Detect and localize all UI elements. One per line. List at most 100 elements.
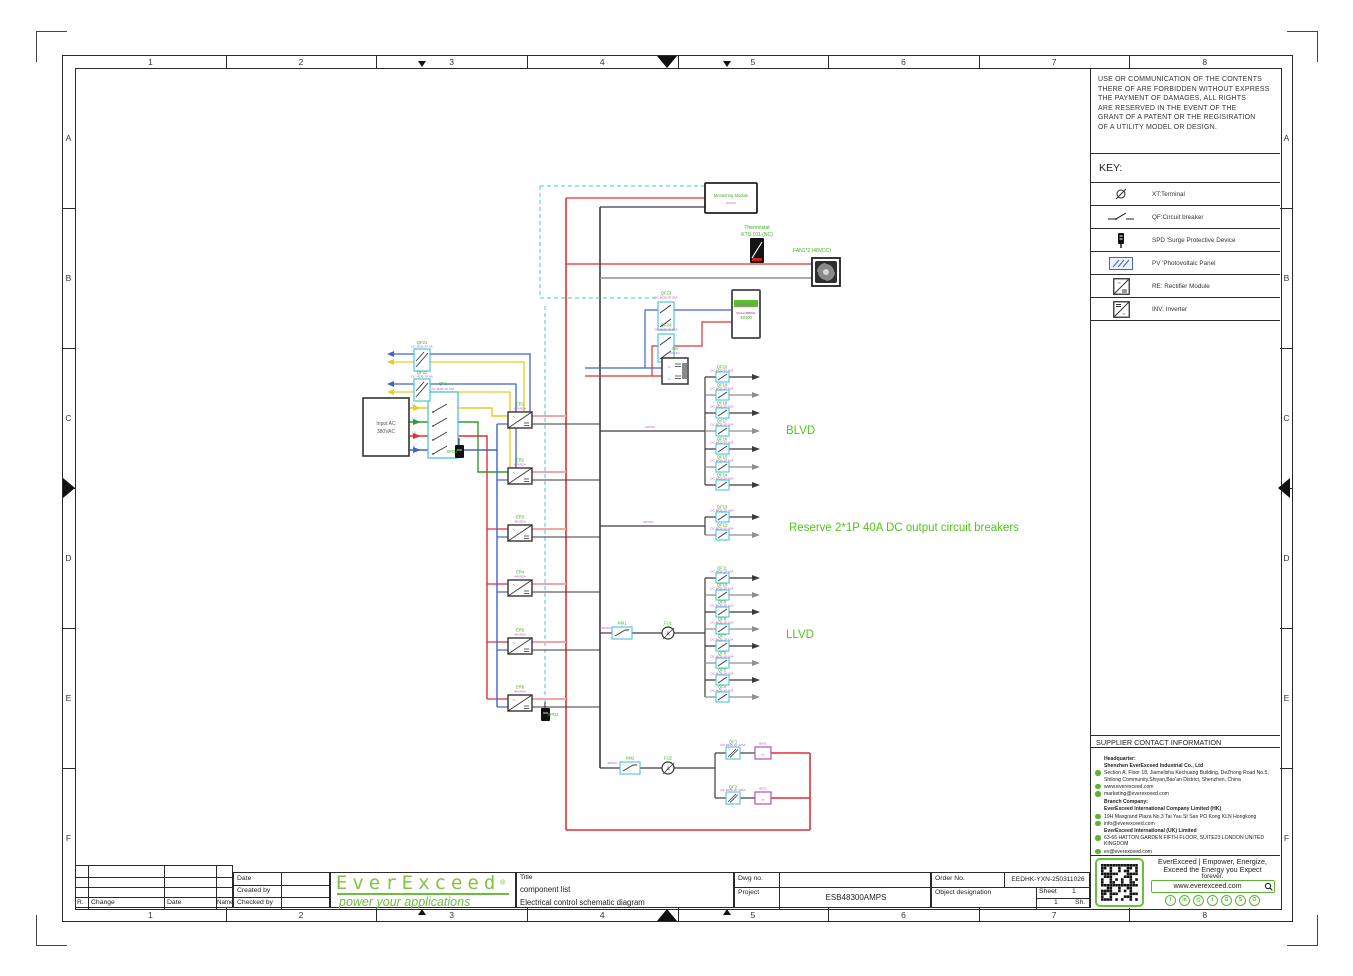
approvals-table: Date Created by Checked by: [233, 872, 330, 908]
contact-line: Branch Company:: [1104, 799, 1274, 805]
breaker-QF14: QF14DC MCB 1P 63A: [705, 473, 752, 491]
project-value: ESB48300AMPS: [782, 893, 930, 902]
skype-icon: S: [1235, 895, 1246, 906]
svg-text:KM2: KM2: [626, 756, 635, 761]
svg-text:DC MCB 1P 63A: DC MCB 1P 63A: [710, 621, 734, 625]
svg-text:~: ~: [1122, 312, 1126, 318]
order-no-value: EEDHK-YXN-250311026: [1005, 876, 1091, 883]
svg-text:SPD2: SPD2: [548, 712, 560, 717]
wire-voltage-label: -48VDC: [600, 626, 612, 630]
center-mark-right: [1278, 478, 1290, 498]
dwg-no-label: Dwg no.: [738, 875, 763, 882]
svg-text:DC MCB 1P 63A: DC MCB 1P 63A: [710, 689, 734, 693]
column-label-bottom: 7: [1052, 910, 1057, 920]
breaker-QF10: QF10DC MCB 1P 63A: [705, 583, 752, 601]
svg-text:380VAC: 380VAC: [377, 429, 396, 435]
column-tick: [527, 908, 528, 921]
object-designation-label: Object designation: [935, 889, 991, 896]
key-row: ~RE: Rectifier Module: [1090, 274, 1280, 297]
contact-line: EverExceed International Company Limited…: [1104, 806, 1274, 812]
title-label: Title: [520, 874, 533, 881]
website-url: www.everexceed.com: [1152, 883, 1264, 890]
wire-arrow: [752, 626, 760, 632]
drawing-title-line2: Electrical control schematic diagram: [520, 898, 645, 907]
wire-voltage-label: -48VDC: [606, 761, 618, 765]
brand-tagline: forever.: [1202, 874, 1224, 879]
contactor-KM1: KM1: [612, 621, 632, 640]
svg-text:»»: »»: [761, 798, 765, 802]
row-label-left: F: [66, 833, 71, 843]
wire-arrow: [752, 609, 760, 615]
mail-contact-line: ev@everexceed.com: [1104, 849, 1274, 855]
approvals-created-label: Created by: [237, 887, 270, 894]
mail-icon: [1095, 849, 1101, 855]
svg-text:DC MCB 1P 40A: DC MCB 1P 40A: [710, 527, 734, 531]
svg-text:DC MCB 2P 63A: DC MCB 2P 63A: [654, 328, 678, 332]
pin-contact-line: 19H Maxgrand Plaza No.3 Tai Yau St San P…: [1104, 814, 1274, 820]
breaker-QF8: QF8DC MCB 1P 63A: [705, 617, 752, 635]
brand-footer: EverExceed | Empower, Energize, Exceed t…: [1090, 855, 1280, 908]
column-tick: [979, 55, 980, 68]
svg-text:48V/50A: 48V/50A: [514, 463, 527, 467]
wire-arrow: [752, 532, 760, 538]
svg-text:KTO 011 (NC): KTO 011 (NC): [741, 232, 773, 238]
disclaimer-line: ARE RESERVED IN THE EVENT OF THE: [1098, 104, 1274, 114]
svg-text:DC MCB 1P 63A: DC MCB 1P 63A: [710, 672, 734, 676]
pin-contact-line: 63-66 HATTON GARDEN FIFTH FLOOR, SUITE23…: [1104, 835, 1274, 847]
disclaimer-line: USE OR COMMUNICATION OF THE CONTENTS: [1098, 75, 1274, 85]
row-label-left: D: [65, 553, 71, 563]
key-title: KEY:: [1090, 158, 1280, 178]
input-ac-box: Input AC380VACL1L2L3N: [363, 398, 416, 456]
wire-arrow: [752, 660, 760, 666]
wire-arrow: [387, 351, 394, 357]
svg-text:DC MCB 1P 63A: DC MCB 1P 63A: [710, 655, 734, 659]
linkedin-icon: in: [1179, 895, 1190, 906]
pv-breaker-QF21: QF21DC MCB 2P 4A: [411, 340, 433, 371]
breaker-QF11: QF11DC MCB 1P 63A: [705, 566, 752, 584]
svg-text:~: ~: [513, 471, 516, 477]
logo-slogan: power your applications: [331, 895, 515, 910]
drawing-title-line1: component list: [520, 885, 570, 894]
wire-arrow: [387, 389, 394, 395]
svg-text:48V/50A: 48V/50A: [514, 575, 527, 579]
supplier-contact-header: SUPPLIER CONTACT INFORMATION: [1090, 735, 1280, 748]
row-tick: [62, 768, 75, 769]
everexceed-logo: EverExceed®: [331, 873, 515, 893]
center-mark-bottom: [657, 909, 677, 921]
svg-text:DC MCB 2P 4A: DC MCB 2P 4A: [411, 345, 433, 349]
row-label-right: D: [1283, 553, 1289, 563]
wire-arrow: [752, 410, 760, 416]
rev-col-date: Date: [167, 899, 181, 906]
wire-arrow: [752, 374, 760, 380]
key-row-label: INV: Inverter: [1152, 306, 1187, 313]
instagram-icon: O: [1249, 895, 1260, 906]
mail-icon: [1095, 821, 1101, 827]
approvals-checked-label: Checked by: [237, 899, 273, 906]
row-tick: [62, 208, 75, 209]
svg-text:DC MCB 1P 63A: DC MCB 1P 63A: [710, 604, 734, 608]
facebook-icon: f: [1165, 895, 1176, 906]
breaker-QF15: QF15DC MCB 1P 63A: [705, 455, 752, 473]
row-label-right: F: [1284, 833, 1289, 843]
row-tick: [1280, 628, 1293, 629]
breaker-QF16: QF16DC MCB 1P 63A: [705, 437, 752, 455]
svg-text:FAN1*2 (48VDC): FAN1*2 (48VDC): [793, 248, 831, 254]
breaker-QF4: QF4DC MCB 1P 63A: [705, 685, 752, 703]
breaker-QF13: QF13DC MCB 1P 40A: [705, 505, 752, 523]
wire-arrow: [752, 694, 760, 700]
wire-arrow: [752, 446, 760, 452]
svg-text:DC MCB 2P 125A: DC MCB 2P 125A: [721, 743, 747, 747]
spd-icon: [1090, 233, 1152, 248]
center-mark-top: [657, 56, 677, 68]
mail-icon: [1095, 791, 1101, 797]
disclaimer-line: THERE OF ARE FORBIDDEN WITHOUT EXPRESS: [1098, 85, 1274, 95]
svg-text:Input AC: Input AC: [376, 421, 396, 427]
row-label-left: A: [66, 133, 72, 143]
rev-col-r: R.: [77, 899, 84, 906]
column-tick: [678, 908, 679, 921]
rectifier-ER5: ~ER548V/50A: [497, 628, 600, 655]
disclaimer-line: GRANT OF A PATENT OR THE REGISIRATION: [1098, 113, 1274, 123]
rev-col-name: Name: [217, 899, 234, 906]
wire-arrow: [413, 419, 421, 425]
svg-text:KM1: KM1: [618, 621, 627, 626]
